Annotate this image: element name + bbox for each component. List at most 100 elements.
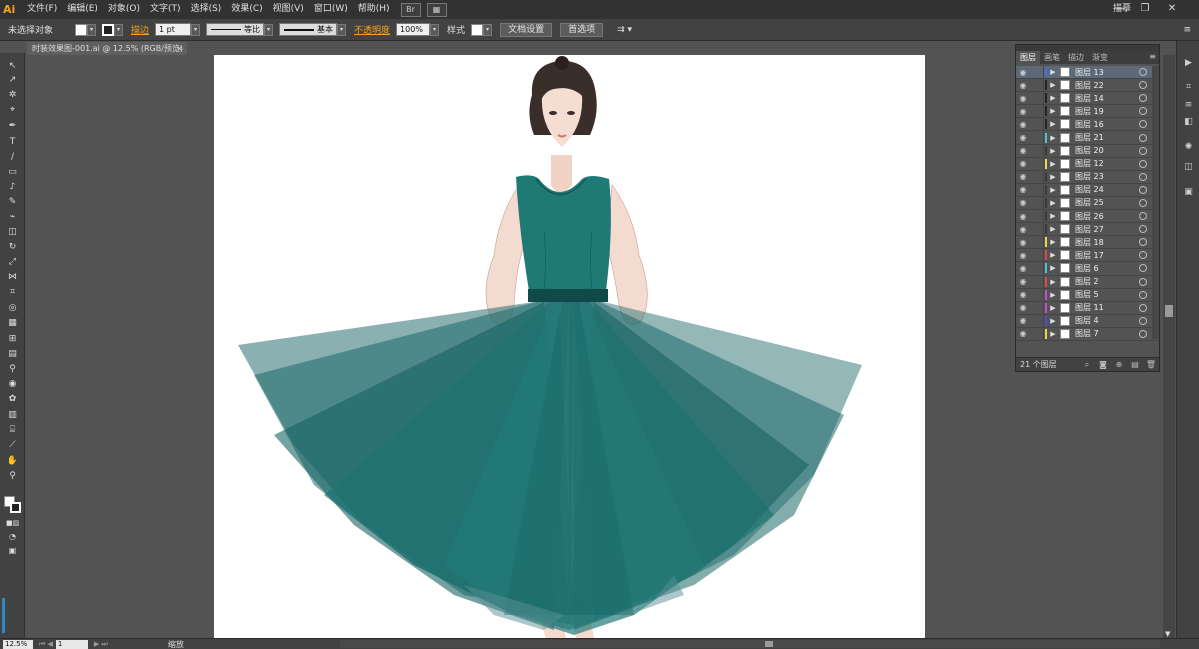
artboards-panel-icon[interactable]: ⌗ (1182, 81, 1195, 93)
visibility-eye-icon[interactable]: ◉ (1016, 172, 1030, 181)
layer-row[interactable]: ◉ ▶ 图层 14 (1016, 92, 1159, 106)
vertical-scroll-thumb[interactable] (1165, 305, 1173, 317)
artboard[interactable] (214, 55, 925, 638)
free-transform-tool-icon[interactable]: ⌗ (6, 287, 19, 298)
pencil-tool-icon[interactable]: ✎ (6, 197, 19, 208)
opacity-field[interactable]: 100% (396, 23, 431, 36)
panel-menu-icon[interactable]: ≡ (1149, 52, 1156, 61)
expand-arrow-icon[interactable]: ▶ (1047, 291, 1059, 299)
zoom-field[interactable]: 12.5% (3, 639, 33, 649)
visibility-eye-icon[interactable]: ◉ (1016, 238, 1030, 247)
layer-name[interactable]: 图层 5 (1075, 289, 1139, 300)
scale-tool-icon[interactable]: ⤢ (6, 257, 19, 268)
lock-toggle[interactable] (1030, 92, 1044, 105)
layer-name[interactable]: 图层 14 (1075, 93, 1139, 104)
pathfinder-panel-icon[interactable]: ◧ (1182, 116, 1195, 128)
layer-row[interactable]: ◉ ▶ 图层 12 (1016, 157, 1159, 171)
slice-tool-icon[interactable]: ⟋ (6, 440, 19, 451)
visibility-eye-icon[interactable]: ◉ (1016, 198, 1030, 207)
visibility-eye-icon[interactable]: ◉ (1016, 185, 1030, 194)
layer-row[interactable]: ◉ ▶ 图层 19 (1016, 105, 1159, 119)
visibility-eye-icon[interactable]: ◉ (1016, 159, 1030, 168)
target-circle-icon[interactable] (1139, 225, 1147, 234)
visibility-eye-icon[interactable]: ◉ (1016, 107, 1030, 116)
lock-toggle[interactable] (1030, 314, 1044, 327)
layer-name[interactable]: 图层 21 (1075, 132, 1139, 143)
column-graph-tool-icon[interactable]: ▥ (6, 410, 19, 421)
new-sublayer-icon[interactable]: ⊕ (1111, 360, 1127, 369)
expand-arrow-icon[interactable]: ▶ (1047, 107, 1059, 115)
locate-object-icon[interactable]: ⌕ (1079, 360, 1095, 370)
lock-toggle[interactable] (1030, 262, 1044, 275)
visibility-eye-icon[interactable]: ◉ (1016, 68, 1030, 77)
lock-toggle[interactable] (1030, 79, 1044, 92)
color-mode-icons[interactable]: ■▨ (6, 518, 19, 529)
visibility-eye-icon[interactable]: ◉ (1016, 329, 1030, 338)
scroll-down-arrow-icon[interactable]: ▼ (1165, 630, 1170, 638)
visibility-eye-icon[interactable]: ◉ (1016, 94, 1030, 103)
target-circle-icon[interactable] (1139, 94, 1147, 103)
target-circle-icon[interactable] (1139, 172, 1147, 181)
horizontal-scroll-thumb[interactable] (765, 641, 773, 647)
canvas-area[interactable] (26, 55, 1175, 638)
stroke-weight-field[interactable]: 1 pt (155, 23, 192, 36)
visibility-eye-icon[interactable]: ◉ (1016, 264, 1030, 273)
target-circle-icon[interactable] (1139, 303, 1147, 312)
target-circle-icon[interactable] (1139, 159, 1147, 168)
expand-arrow-icon[interactable]: ▶ (1047, 304, 1059, 312)
expand-arrow-icon[interactable]: ▶ (1047, 94, 1059, 102)
preferences-button[interactable]: 首选项 (560, 22, 604, 37)
blob-brush-tool-icon[interactable]: ⌁ (6, 212, 19, 223)
tab-gradient[interactable]: 渐变 (1088, 51, 1112, 64)
pen-tool-icon[interactable]: ✒ (6, 121, 19, 132)
target-circle-icon[interactable] (1139, 212, 1147, 221)
expand-arrow-icon[interactable]: ▶ (1047, 173, 1059, 181)
layer-row[interactable]: ◉ ▶ 图层 22 (1016, 79, 1159, 93)
transform-panel-icon[interactable]: ▣ (1182, 186, 1195, 198)
control-bar-menu-icon[interactable]: ≡ (1183, 25, 1191, 35)
brush-definition[interactable]: 基本 (279, 23, 338, 36)
target-circle-icon[interactable] (1139, 264, 1147, 273)
blend-tool-icon[interactable]: ◉ (6, 379, 19, 390)
fill-dropdown[interactable]: ▾ (87, 23, 97, 36)
variable-width-profile[interactable]: 等比 (206, 23, 265, 36)
layer-row[interactable]: ◉ ▶ 图层 2 (1016, 275, 1159, 289)
visibility-eye-icon[interactable]: ◉ (1016, 303, 1030, 312)
artboard-nav-first-icon[interactable]: ⏮ ◀ (39, 640, 53, 649)
expand-arrow-icon[interactable]: ▶ (1047, 134, 1059, 142)
visibility-eye-icon[interactable]: ◉ (1016, 290, 1030, 299)
visibility-eye-icon[interactable]: ◉ (1016, 316, 1030, 325)
layer-row[interactable]: ◉ ▶ 图层 20 (1016, 144, 1159, 158)
layer-name[interactable]: 图层 13 (1075, 67, 1139, 78)
tab-layers[interactable]: 图层 (1016, 51, 1040, 64)
lock-toggle[interactable] (1030, 210, 1044, 223)
layer-name[interactable]: 图层 12 (1075, 158, 1139, 169)
layer-name[interactable]: 图层 26 (1075, 211, 1139, 222)
transform-options-icon[interactable]: ⇉ ▾ (617, 25, 632, 35)
menu-type[interactable]: 文字(T) (145, 0, 186, 19)
visibility-eye-icon[interactable]: ◉ (1016, 81, 1030, 90)
lock-toggle[interactable] (1030, 327, 1044, 340)
visibility-eye-icon[interactable]: ◉ (1016, 146, 1030, 155)
stroke-label[interactable]: 描边 (131, 23, 149, 36)
expand-arrow-icon[interactable]: ▶ (1047, 147, 1059, 155)
lock-toggle[interactable] (1030, 170, 1044, 183)
expand-arrow-icon[interactable]: ▶ (1047, 212, 1059, 220)
menu-file[interactable]: 文件(F) (22, 0, 62, 19)
play-actions-icon[interactable]: ▶ (1182, 57, 1195, 69)
expand-arrow-icon[interactable]: ▶ (1047, 238, 1059, 246)
eyedropper-tool-icon[interactable]: ⚲ (6, 364, 19, 375)
layer-row[interactable]: ◉ ▶ 图层 16 (1016, 118, 1159, 132)
layer-name[interactable]: 图层 16 (1075, 119, 1139, 130)
profile-dropdown[interactable]: ▾ (264, 23, 274, 36)
expand-arrow-icon[interactable]: ▶ (1047, 317, 1059, 325)
close-document-icon[interactable]: × (176, 42, 183, 55)
document-setup-button[interactable]: 文档设置 (500, 22, 553, 37)
target-circle-icon[interactable] (1139, 329, 1147, 338)
layer-row[interactable]: ◉ ▶ 图层 25 (1016, 196, 1159, 211)
symbol-sprayer-tool-icon[interactable]: ✿ (6, 394, 19, 405)
target-circle-icon[interactable] (1139, 146, 1147, 155)
lock-toggle[interactable] (1030, 196, 1044, 210)
layer-row[interactable]: ◉ ▶ 图层 11 (1016, 301, 1159, 315)
expand-arrow-icon[interactable]: ▶ (1047, 264, 1059, 272)
